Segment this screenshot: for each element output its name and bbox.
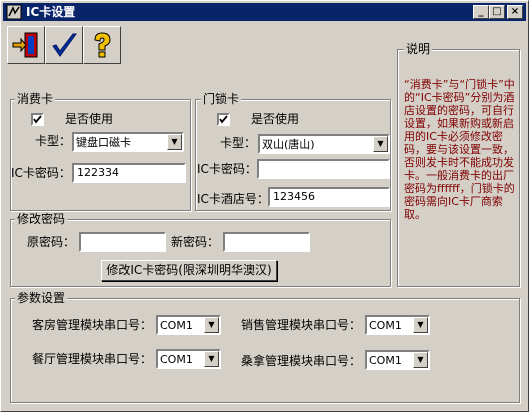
lock-card-type-label: 卡型： <box>220 136 257 150</box>
sales-port-value: COM1 <box>369 319 402 332</box>
consume-card-pwd-label: IC卡密码： <box>11 166 71 180</box>
help-button[interactable] <box>83 26 121 64</box>
sauna-port-select[interactable]: COM1 ▼ <box>365 350 430 370</box>
ic-card-settings-window: IC卡设置 _ □ × 消费卡 是否使用 卡型： 键盘口磁卡 ▼ IC卡密码： … <box>0 0 529 412</box>
lock-card-group-label: 门锁卡 <box>201 92 242 106</box>
sauna-port-label: 桑拿管理模块串口号： <box>241 354 362 368</box>
close-button[interactable]: × <box>507 5 523 19</box>
consume-card-type-value: 键盘口磁卡 <box>76 136 131 149</box>
description-text: “消费卡”与“门锁卡”中的“IC卡密码”分别为酒店设置的密码，可自行设置，如果新… <box>404 78 515 221</box>
lock-card-use-label: 是否使用 <box>251 112 300 126</box>
lock-card-pwd-input[interactable] <box>257 159 390 179</box>
lock-card-hotel-input[interactable]: 123456 <box>268 187 390 207</box>
help-icon <box>94 32 111 58</box>
consume-card-use-label: 是否使用 <box>65 112 114 126</box>
lock-card-hotel-label: IC卡酒店号： <box>197 192 269 206</box>
consume-card-group-label: 消费卡 <box>15 92 56 106</box>
sales-port-select[interactable]: COM1 ▼ <box>365 315 430 335</box>
chevron-down-icon[interactable]: ▼ <box>204 317 219 333</box>
minimize-button[interactable]: _ <box>473 5 489 19</box>
title-bar[interactable]: IC卡设置 _ □ × <box>3 3 526 21</box>
new-password-input[interactable] <box>223 232 310 252</box>
window-title: IC卡设置 <box>26 5 76 19</box>
lock-card-type-select[interactable]: 双山(唐山) ▼ <box>258 134 390 154</box>
sauna-port-value: COM1 <box>369 354 402 367</box>
dining-port-label: 餐厅管理模块串口号： <box>32 352 153 366</box>
new-password-label: 新密码： <box>171 235 220 249</box>
room-port-value: COM1 <box>160 319 193 332</box>
confirm-button[interactable] <box>45 26 83 64</box>
exit-button[interactable] <box>7 26 45 64</box>
old-password-input[interactable] <box>79 232 166 252</box>
room-port-select[interactable]: COM1 ▼ <box>156 315 221 335</box>
old-password-label: 原密码： <box>27 235 76 249</box>
chevron-down-icon[interactable]: ▼ <box>413 317 428 333</box>
description-group-label: 说明 <box>404 42 433 56</box>
consume-card-type-select[interactable]: 键盘口磁卡 ▼ <box>72 132 184 152</box>
params-group-label: 参数设置 <box>15 291 68 305</box>
app-icon <box>6 4 22 20</box>
chevron-down-icon[interactable]: ▼ <box>413 352 428 368</box>
dining-port-select[interactable]: COM1 ▼ <box>156 349 221 369</box>
room-port-label: 客房管理模块串口号： <box>32 318 153 332</box>
change-ic-password-button[interactable]: 修改IC卡密码(限深圳明华澳汉) <box>101 260 277 281</box>
sales-port-label: 销售管理模块串口号： <box>241 318 362 332</box>
consume-card-type-label: 卡型： <box>35 134 72 148</box>
exit-icon <box>12 32 38 58</box>
change-password-group-label: 修改密码 <box>15 212 68 226</box>
lock-card-use-checkbox[interactable] <box>217 113 230 126</box>
lock-card-pwd-label: IC卡密码： <box>197 162 257 176</box>
chevron-down-icon[interactable]: ▼ <box>167 134 182 150</box>
maximize-button[interactable]: □ <box>489 5 505 19</box>
chevron-down-icon[interactable]: ▼ <box>373 136 388 152</box>
checkmark-icon <box>52 33 77 57</box>
consume-card-pwd-input[interactable]: 122334 <box>72 163 186 183</box>
dining-port-value: COM1 <box>160 353 193 366</box>
lock-card-type-value: 双山(唐山) <box>262 138 315 151</box>
chevron-down-icon[interactable]: ▼ <box>204 351 219 367</box>
consume-card-use-checkbox[interactable] <box>31 113 44 126</box>
